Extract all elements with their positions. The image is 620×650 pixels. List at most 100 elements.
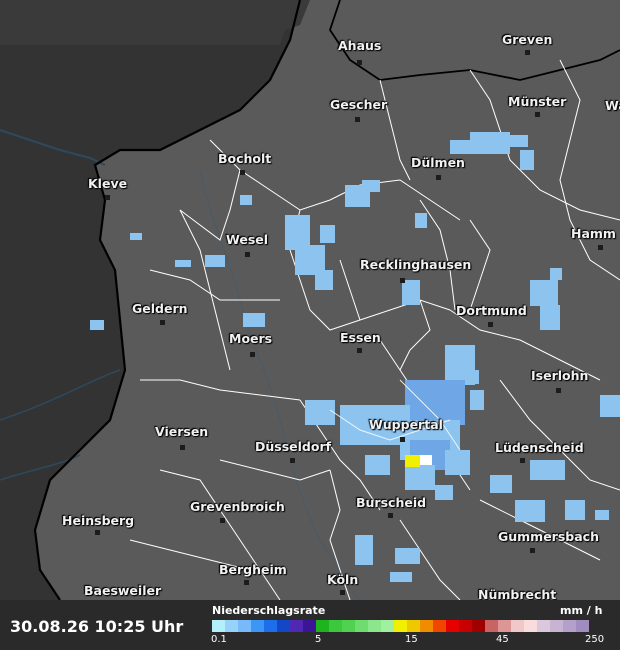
- city-marker-duelmen: [436, 175, 441, 180]
- legend-swatch-11: [355, 620, 368, 632]
- city-label-burscheid: Burscheid: [356, 495, 427, 510]
- legend-swatch-2: [238, 620, 251, 632]
- legend-swatch-3: [251, 620, 264, 632]
- legend-swatch-16: [420, 620, 433, 632]
- rain-cell: [540, 305, 560, 330]
- rain-cell: [490, 475, 512, 493]
- rain-cell: [530, 280, 558, 306]
- rain-cell: [315, 270, 333, 290]
- city-label-iserlohn: Iserlohn: [531, 368, 589, 383]
- city-marker-essen: [357, 348, 362, 353]
- city-label-bocholt: Bocholt: [218, 151, 272, 166]
- city-label-duelmen: Dülmen: [411, 155, 465, 170]
- legend-color-bar: [212, 620, 589, 632]
- city-marker-burscheid: [388, 513, 393, 518]
- legend-swatch-18: [446, 620, 459, 632]
- city-marker-greven: [525, 50, 530, 55]
- city-label-hamm: Hamm: [571, 226, 616, 241]
- city-label-wuppertal: Wuppertal: [369, 417, 443, 432]
- rain-cell: [390, 572, 412, 582]
- city-label-gummersbach: Gummersbach: [498, 529, 599, 544]
- legend-swatch-8: [316, 620, 329, 632]
- legend-swatch-1: [225, 620, 238, 632]
- city-marker-kleve: [105, 195, 110, 200]
- rain-cell: [510, 135, 528, 147]
- rain-cell: [305, 400, 335, 425]
- city-label-greven: Greven: [502, 32, 553, 47]
- rain-cell: [365, 455, 390, 475]
- footer-bar: 30.08.26 10:25 Uhr Niederschlagsrate mm …: [0, 600, 620, 650]
- city-marker-gescher: [355, 117, 360, 122]
- city-label-ahaus: Ahaus: [338, 38, 382, 53]
- city-marker-bocholt: [240, 170, 245, 175]
- city-label-luedenscheid: Lüdenscheid: [495, 440, 584, 455]
- city-label-viersen: Viersen: [155, 424, 209, 439]
- rain-cell: [595, 510, 609, 520]
- city-marker-wuppertal: [400, 437, 405, 442]
- city-marker-muenster: [535, 112, 540, 117]
- legend-swatch-13: [381, 620, 394, 632]
- rain-cell: [550, 268, 562, 280]
- legend-unit: mm / h: [560, 604, 603, 617]
- city-marker-hamm: [598, 245, 603, 250]
- city-marker-recklinghausen: [400, 278, 405, 283]
- legend-swatch-12: [368, 620, 381, 632]
- rain-cell: [600, 395, 620, 417]
- city-label-warendorf: Wa: [605, 98, 620, 113]
- precipitation-layer: [90, 132, 620, 582]
- legend-tick-0: 0.1: [211, 634, 227, 645]
- city-marker-ahaus: [357, 60, 362, 65]
- rain-cell: [520, 150, 534, 170]
- rain-cell: [243, 313, 265, 327]
- rain-cell: [205, 255, 225, 267]
- city-marker-iserlohn: [556, 388, 561, 393]
- city-label-wesel: Wesel: [226, 232, 269, 247]
- city-marker-gummersbach: [530, 548, 535, 553]
- rain-cell: [285, 215, 310, 250]
- rain-cell: [405, 465, 435, 490]
- legend-swatch-20: [472, 620, 485, 632]
- rain-cell: [515, 500, 545, 522]
- city-marker-bergheim: [244, 580, 249, 585]
- city-label-heinsberg: Heinsberg: [62, 513, 135, 528]
- legend-swatch-28: [576, 620, 589, 632]
- legend-swatch-4: [264, 620, 277, 632]
- legend-swatch-19: [459, 620, 472, 632]
- rain-cell-yellow: [405, 455, 420, 467]
- city-label-geldern: Geldern: [132, 301, 188, 316]
- legend-tick-4: 250: [585, 634, 605, 645]
- legend-swatch-15: [407, 620, 420, 632]
- city-label-dortmund: Dortmund: [456, 303, 527, 318]
- rain-cell-white: [420, 455, 432, 465]
- rain-cell: [445, 450, 470, 475]
- city-label-essen: Essen: [340, 330, 381, 345]
- legend-swatch-24: [524, 620, 537, 632]
- legend-swatch-10: [342, 620, 355, 632]
- rain-cell: [530, 460, 565, 480]
- radar-map[interactable]: Ahaus Greven Gescher Münster Wa Bocholt Dülmen…: [0, 0, 620, 600]
- city-label-recklinghausen: Recklinghausen: [360, 257, 472, 272]
- legend-swatch-27: [563, 620, 576, 632]
- legend-swatch-5: [277, 620, 290, 632]
- map-canvas: [0, 0, 620, 600]
- rain-cell: [470, 390, 484, 410]
- city-label-duesseldorf: Düsseldorf: [255, 439, 332, 454]
- city-label-gescher: Gescher: [330, 97, 388, 112]
- city-label-baesweiler: Baesweiler: [84, 583, 162, 598]
- legend-tick-2: 15: [405, 634, 418, 645]
- city-label-bergheim: Bergheim: [219, 562, 287, 577]
- rhine-river-2: [199, 169, 361, 600]
- city-label-grevenbroich: Grevenbroich: [190, 499, 285, 514]
- city-marker-koeln: [340, 590, 345, 595]
- legend-swatch-17: [433, 620, 446, 632]
- legend-swatch-7: [303, 620, 316, 632]
- city-marker-dortmund: [488, 322, 493, 327]
- legend-tick-3: 45: [496, 634, 509, 645]
- rain-cell: [470, 132, 510, 142]
- city-marker-moers: [250, 352, 255, 357]
- city-label-kleve: Kleve: [88, 176, 128, 191]
- legend-swatch-26: [550, 620, 563, 632]
- rain-cell: [435, 485, 453, 500]
- city-label-nuembrecht: Nümbrecht: [478, 587, 557, 600]
- legend-swatch-22: [498, 620, 511, 632]
